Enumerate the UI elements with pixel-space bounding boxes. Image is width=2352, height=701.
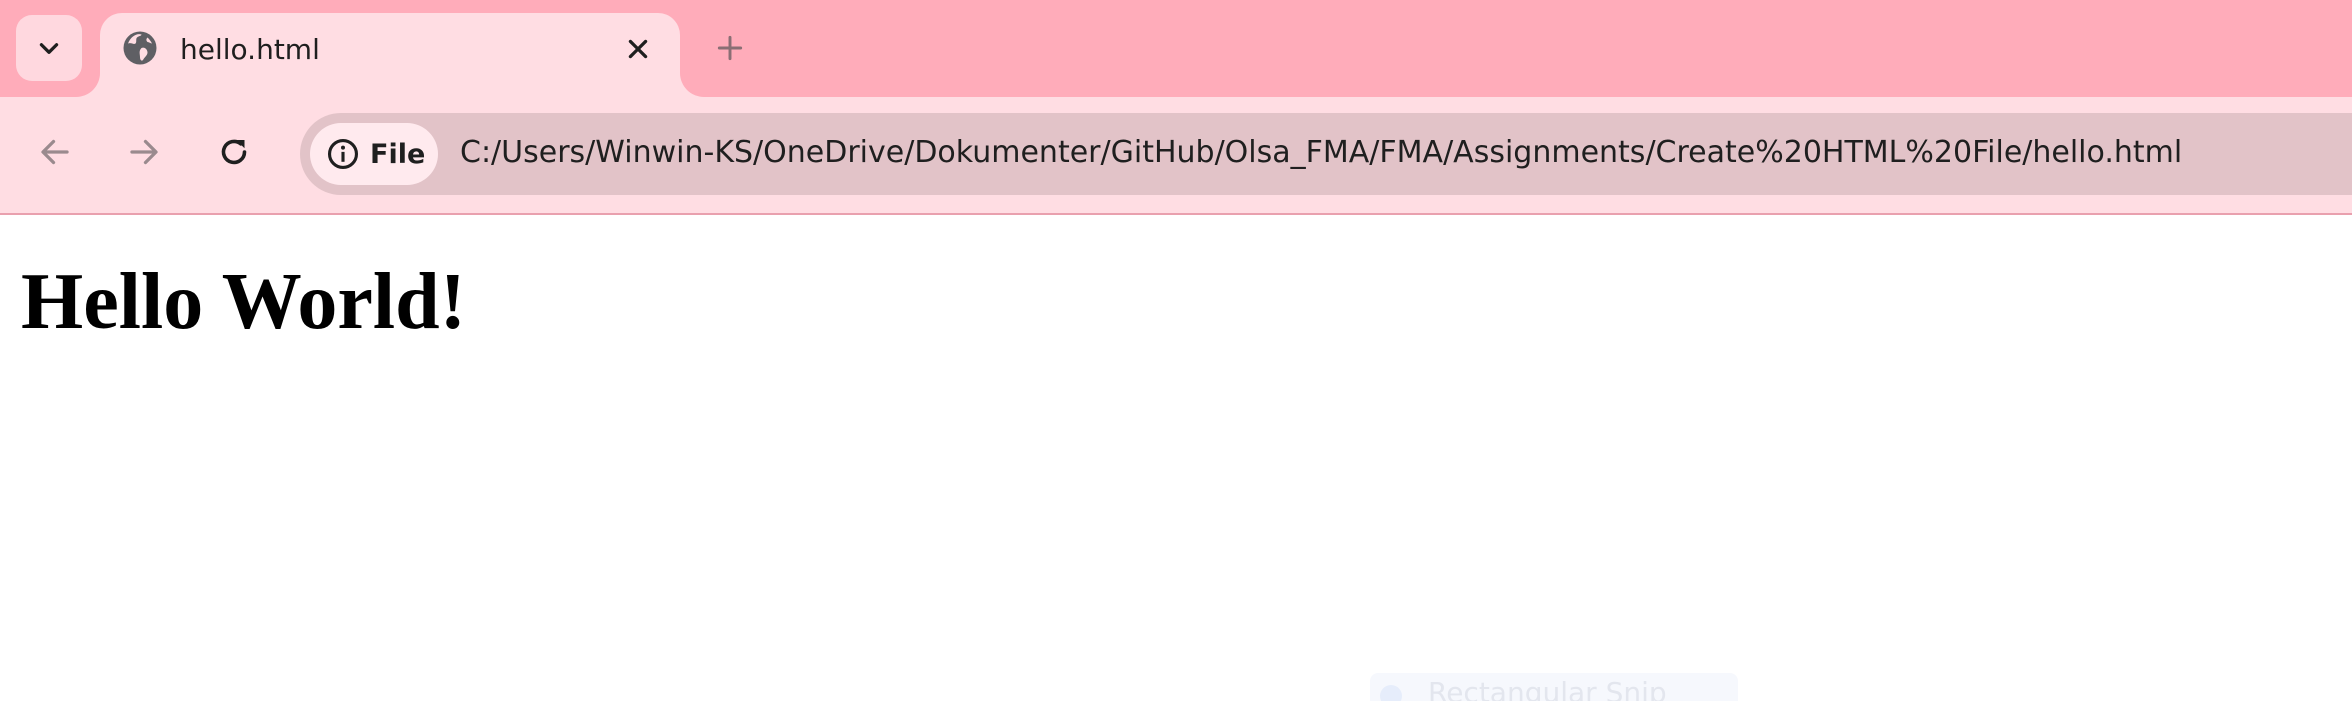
tab-strip: hello.html bbox=[0, 0, 2352, 97]
url-text[interactable]: C:/Users/Winwin-KS/OneDrive/Dokumenter/G… bbox=[460, 133, 2182, 173]
info-icon bbox=[326, 137, 360, 171]
globe-icon bbox=[123, 31, 157, 65]
address-bar[interactable]: File C:/Users/Winwin-KS/OneDrive/Dokumen… bbox=[300, 113, 2352, 195]
tab-title: hello.html bbox=[180, 33, 320, 66]
site-chip-label: File bbox=[370, 138, 426, 170]
page-heading: Hello World! bbox=[21, 258, 467, 346]
browser-toolbar: File C:/Users/Winwin-KS/OneDrive/Dokumen… bbox=[0, 97, 2352, 215]
chevron-down-icon bbox=[39, 43, 59, 54]
snip-overlay: Rectangular Snip bbox=[1370, 673, 1738, 701]
arrow-right-icon bbox=[130, 139, 158, 165]
tab-search-button[interactable] bbox=[16, 15, 82, 81]
page-viewport: Hello World! Rectangular Snip bbox=[0, 215, 2352, 701]
reload-icon bbox=[221, 139, 247, 165]
snip-icon bbox=[1380, 685, 1402, 701]
arrow-left-icon bbox=[41, 139, 69, 165]
plus-icon bbox=[717, 35, 743, 61]
back-button[interactable] bbox=[33, 130, 77, 174]
reload-button[interactable] bbox=[212, 130, 256, 174]
tab-close-button[interactable] bbox=[620, 31, 656, 67]
snip-overlay-label: Rectangular Snip bbox=[1428, 676, 1667, 701]
new-tab-button[interactable] bbox=[710, 28, 750, 68]
close-icon bbox=[628, 39, 648, 59]
forward-button[interactable] bbox=[122, 130, 166, 174]
browser-tab[interactable]: hello.html bbox=[100, 13, 680, 97]
site-info-chip[interactable]: File bbox=[310, 123, 438, 185]
